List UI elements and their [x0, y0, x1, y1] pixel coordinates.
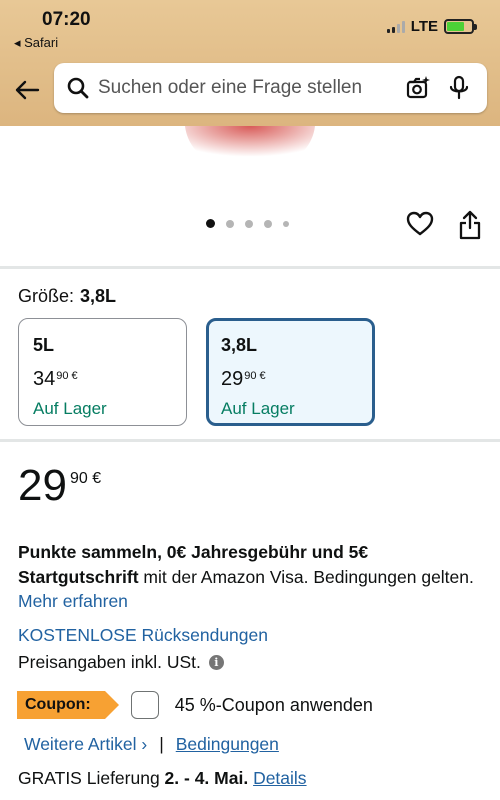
carousel-dot[interactable] [264, 219, 272, 228]
coupon-badge: Coupon: [17, 691, 119, 719]
size-option-stock: Auf Lager [33, 399, 107, 418]
battery-icon [444, 19, 477, 34]
size-option-5l[interactable]: 5L 34 90 € Auf Lager [18, 318, 187, 426]
delivery-details-link[interactable]: Details [253, 768, 307, 788]
info-icon[interactable]: i [208, 655, 224, 670]
carousel-dot[interactable] [226, 219, 234, 228]
image-carousel-dots[interactable] [206, 219, 289, 228]
coupon-label[interactable]: 45 %-Coupon anwenden [175, 695, 373, 716]
status-time: 07:20 [42, 9, 91, 30]
section-divider [0, 266, 500, 269]
heart-icon[interactable] [406, 210, 434, 238]
product-price: 29 90 € [18, 461, 102, 510]
search-icon [67, 77, 89, 99]
size-option-3-8l[interactable]: 3,8L 29 90 € Auf Lager [206, 318, 375, 426]
product-image[interactable] [180, 126, 320, 171]
size-option-price: 34 90 € [33, 368, 78, 390]
more-items-link[interactable]: Weitere Artikel › [24, 734, 147, 755]
carousel-dot[interactable] [206, 219, 215, 228]
carousel-dot[interactable] [283, 220, 289, 227]
size-option-stock: Auf Lager [221, 399, 295, 418]
size-label: Größe: [18, 286, 75, 306]
signal-icon [386, 20, 405, 33]
network-type: LTE [410, 18, 438, 35]
search-bar[interactable] [54, 63, 487, 113]
link-separator: | [159, 734, 164, 754]
size-option-price: 29 90 € [221, 368, 266, 390]
tax-note: Preisangaben inkl. USt. [18, 652, 201, 672]
size-row: Größe: 3,8L [18, 286, 116, 307]
links-row: Weitere Artikel › | Bedingungen [24, 734, 279, 755]
carousel-dot[interactable] [245, 219, 253, 228]
size-option-name: 3,8L [221, 335, 258, 355]
section-divider [0, 439, 500, 442]
microphone-icon[interactable] [447, 75, 471, 101]
tax-note-row: Preisangaben inkl. USt. i [18, 652, 224, 673]
coupon-checkbox[interactable] [130, 691, 159, 719]
free-returns-link[interactable]: KOSTENLOSE Rücksendungen [18, 625, 268, 646]
delivery-info: GRATIS Lieferung 2. - 4. Mai. Details [18, 768, 307, 788]
terms-link[interactable]: Bedingungen [176, 734, 279, 755]
app-header: 07:20 ◂ Safari LTE [0, 0, 500, 126]
status-indicators: LTE [386, 18, 477, 35]
back-to-safari-link[interactable]: ◂ Safari [14, 35, 58, 51]
coupon-row: Coupon: 45 %-Coupon anwenden [17, 691, 373, 719]
size-option-name: 5L [33, 335, 55, 355]
visa-promo-text: Punkte sammeln, 0€ Jahresgebühr und 5€ S… [18, 542, 474, 611]
delivery-dates: 2. - 4. Mai. [164, 768, 249, 788]
learn-more-link[interactable]: Mehr erfahren [18, 591, 128, 611]
search-input[interactable] [98, 77, 378, 99]
camera-lens-icon[interactable] [405, 75, 431, 101]
back-arrow-icon[interactable] [12, 75, 42, 105]
selected-size: 3,8L [80, 286, 117, 306]
share-icon[interactable] [457, 210, 483, 240]
